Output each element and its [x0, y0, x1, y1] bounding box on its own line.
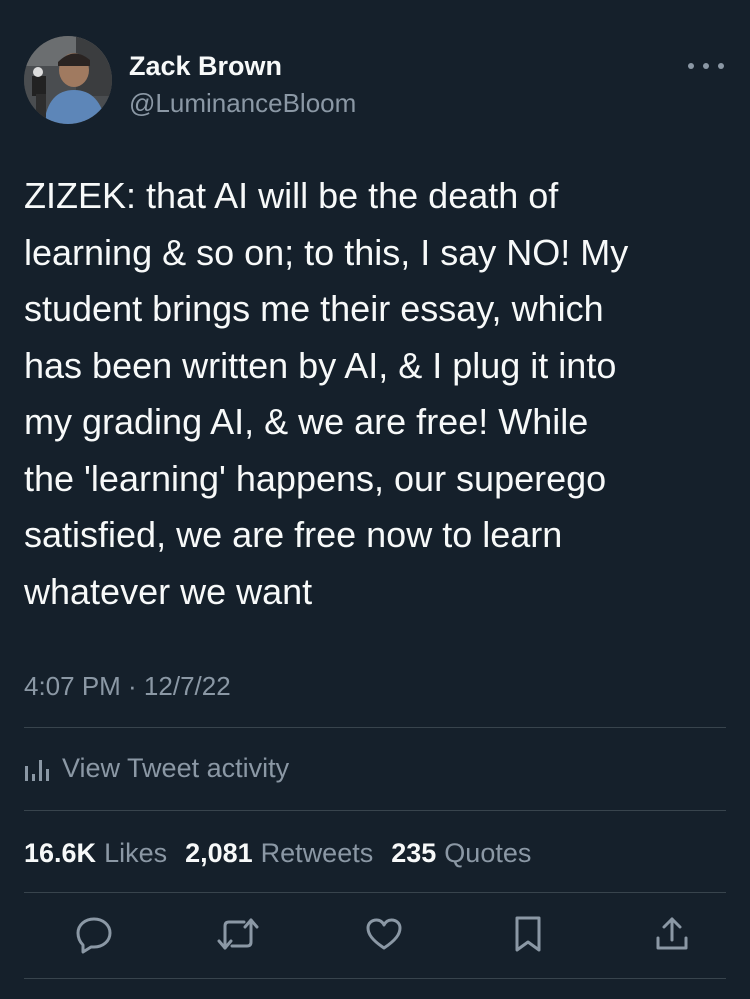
reply-button[interactable]	[68, 908, 120, 960]
retweet-icon	[217, 918, 259, 950]
bookmark-icon	[515, 916, 541, 952]
tweet-header: Zack Brown @LuminanceBloom	[24, 36, 726, 128]
like-button[interactable]	[358, 908, 410, 960]
author-handle[interactable]: @LuminanceBloom	[129, 88, 356, 118]
divider	[24, 892, 726, 893]
quotes-count: 235	[391, 837, 437, 868]
divider	[24, 978, 726, 979]
avatar[interactable]	[24, 36, 112, 124]
retweets-stat[interactable]: 2,081 Retweets	[185, 838, 373, 869]
action-bar	[24, 908, 726, 960]
divider	[24, 727, 726, 728]
likes-count: 16.6K	[24, 837, 97, 868]
quotes-stat[interactable]: 235 Quotes	[391, 838, 531, 869]
tweet-timestamp[interactable]: 4:07 PM · 12/7/22	[24, 668, 231, 704]
heart-icon	[366, 918, 402, 950]
retweets-label: Retweets	[260, 837, 374, 868]
share-icon	[656, 917, 688, 950]
reply-icon	[76, 917, 112, 954]
quotes-label: Quotes	[444, 837, 532, 868]
retweets-count: 2,081	[185, 837, 253, 868]
likes-label: Likes	[104, 837, 168, 868]
likes-stat[interactable]: 16.6K Likes	[24, 838, 167, 869]
tweet-text: ZIZEK: that AI will be the death of lear…	[24, 175, 629, 612]
author-name[interactable]: Zack Brown	[129, 50, 282, 82]
retweet-button[interactable]	[212, 908, 264, 960]
bookmark-button[interactable]	[502, 908, 554, 960]
divider	[24, 810, 726, 811]
share-button[interactable]	[646, 908, 698, 960]
view-activity-label: View Tweet activity	[62, 752, 290, 783]
bar-chart-icon	[25, 760, 49, 781]
more-icon[interactable]	[688, 56, 724, 76]
engagement-stats: 16.6K Likes 2,081 Retweets 235 Quotes	[24, 835, 549, 871]
view-activity-link[interactable]: View Tweet activity	[24, 748, 289, 788]
